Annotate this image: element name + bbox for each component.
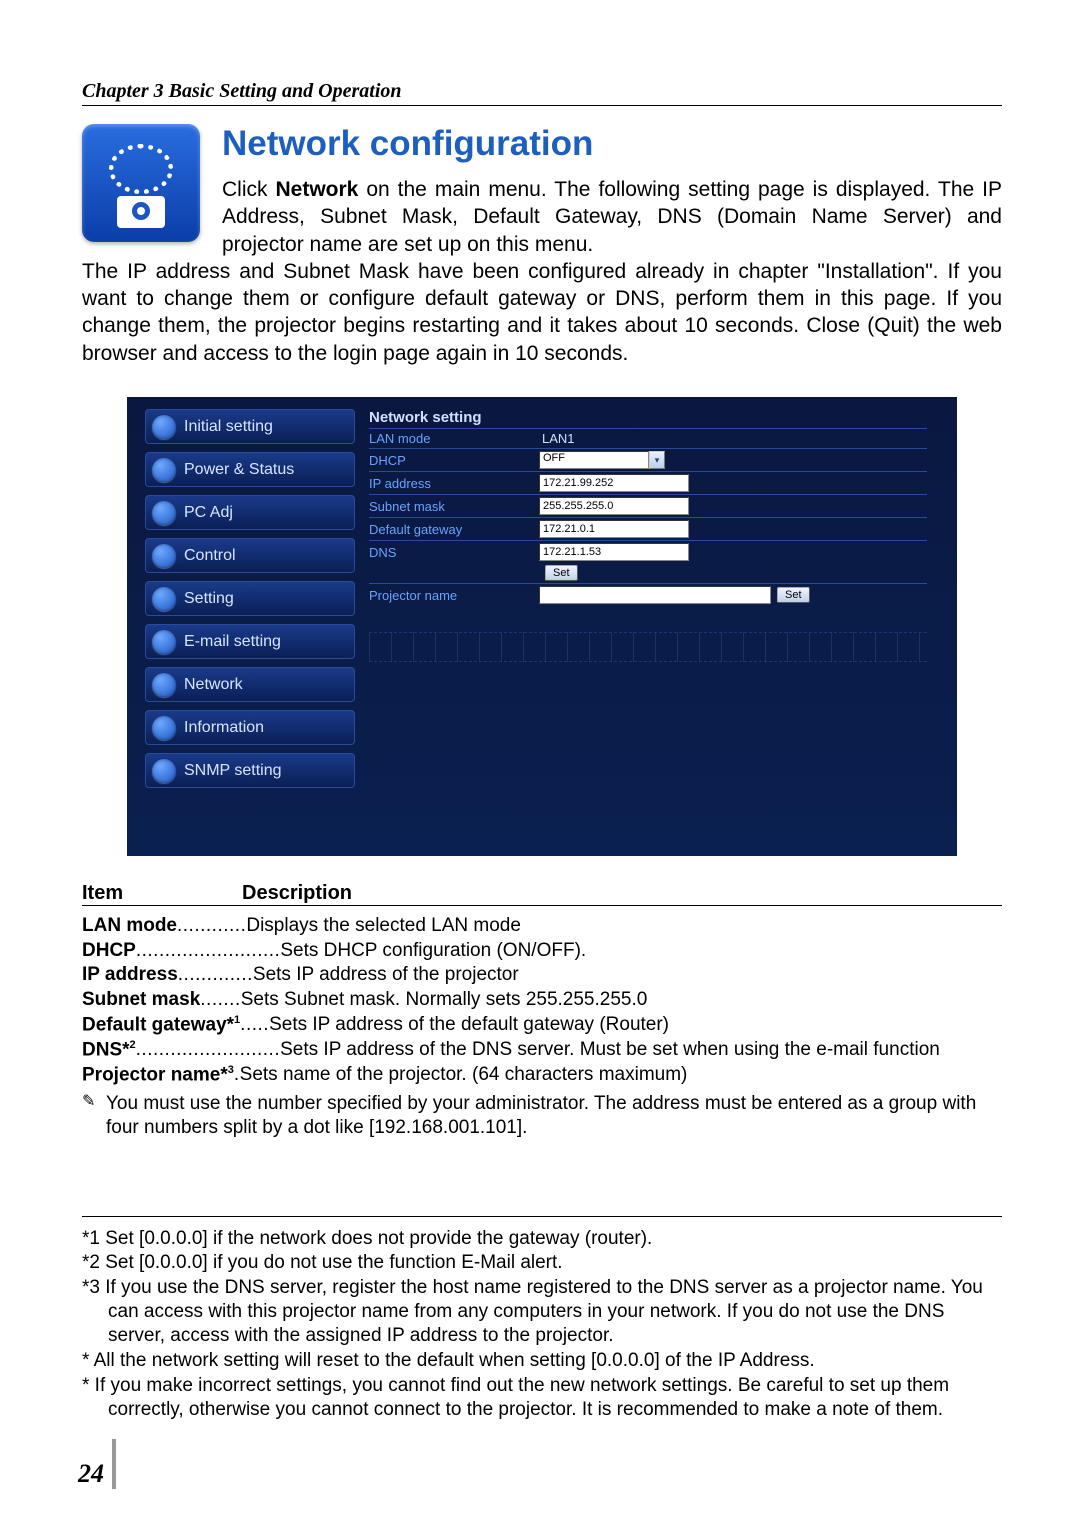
desc-text: Sets IP address of the default gateway (… — [269, 1013, 1002, 1038]
term: DNS*2 — [82, 1038, 136, 1063]
desc-text: Sets name of the projector. (64 characte… — [240, 1063, 1002, 1088]
dots: ......................... — [136, 939, 280, 964]
sidebar-item-label: Setting — [184, 590, 234, 608]
dots: ......................... — [136, 1038, 280, 1063]
label-dhcp: DHCP — [369, 453, 539, 468]
sidebar-item-label: SNMP setting — [184, 762, 282, 780]
footnote: *3 If you use the DNS server, register t… — [82, 1276, 1002, 1348]
dots: ............ — [177, 914, 246, 939]
footnotes: *1 Set [0.0.0.0] if the network does not… — [82, 1216, 1002, 1423]
description-header: Item Description — [82, 882, 1002, 906]
chapter-header: Chapter 3 Basic Setting and Operation — [82, 80, 1002, 106]
sidebar-item-label: PC Adj — [184, 504, 233, 522]
footnote: *2 Set [0.0.0.0] if you do not use the f… — [82, 1251, 1002, 1275]
term: Default gateway*1 — [82, 1013, 240, 1038]
footnote: * All the network setting will reset to … — [82, 1349, 1002, 1373]
network-icon — [82, 124, 200, 242]
dots: ..... — [240, 1013, 269, 1038]
sidebar-item-setting[interactable]: Setting — [145, 581, 355, 616]
value-lan-mode: LAN1 — [539, 431, 575, 446]
term: LAN mode — [82, 914, 177, 939]
sidebar-item-initial-setting[interactable]: Initial setting — [145, 409, 355, 444]
chevron-down-icon: ▾ — [649, 451, 665, 469]
sidebar-item-label: E-mail setting — [184, 633, 281, 651]
footnote: *1 Set [0.0.0.0] if the network does not… — [82, 1227, 1002, 1251]
desc-text: Displays the selected LAN mode — [246, 914, 1002, 939]
footnote: * If you make incorrect settings, you ca… — [82, 1374, 1002, 1422]
intro-lead: Click Network on the main menu. The foll… — [222, 176, 1002, 258]
sidebar-item-label: Network — [184, 676, 243, 694]
network-setting-screenshot: Initial setting Power & Status PC Adj Co… — [127, 397, 957, 856]
decorative-ruler — [369, 632, 927, 662]
menu-icon — [152, 759, 176, 783]
form-title: Network setting — [369, 409, 927, 426]
description-table: LAN mode............Displays the selecte… — [82, 914, 1002, 1088]
label-gateway: Default gateway — [369, 522, 539, 537]
term: Subnet mask — [82, 988, 200, 1013]
menu-icon — [152, 630, 176, 654]
dhcp-select-value: OFF — [539, 451, 649, 469]
desc-text: Sets Subnet mask. Normally sets 255.255.… — [241, 988, 1002, 1013]
dots: ............. — [178, 963, 253, 988]
term: DHCP — [82, 939, 136, 964]
sidebar-item-label: Control — [184, 547, 236, 565]
sidebar-item-label: Initial setting — [184, 418, 273, 436]
menu-icon — [152, 587, 176, 611]
sidebar-item-network[interactable]: Network — [145, 667, 355, 702]
label-lan-mode: LAN mode — [369, 431, 539, 446]
label-projector-name: Projector name — [369, 588, 539, 603]
intro-body: The IP address and Subnet Mask have been… — [82, 258, 1002, 367]
menu-icon — [152, 673, 176, 697]
note: ✎ You must use the number specified by y… — [82, 1092, 1002, 1141]
page-title: Network configuration — [222, 124, 1002, 164]
projector-name-input[interactable] — [539, 586, 771, 604]
term: Projector name*3 — [82, 1063, 234, 1088]
set-button-top[interactable]: Set — [545, 565, 578, 581]
sidebar-item-power-status[interactable]: Power & Status — [145, 452, 355, 487]
menu-icon — [152, 415, 176, 439]
text: Click — [222, 178, 275, 201]
ip-address-input[interactable] — [539, 474, 689, 492]
note-text: You must use the number specified by you… — [106, 1092, 1002, 1141]
term: IP address — [82, 963, 178, 988]
subnet-mask-input[interactable] — [539, 497, 689, 515]
desc-text: Sets IP address of the DNS server. Must … — [280, 1038, 1002, 1063]
dns-input[interactable] — [539, 543, 689, 561]
default-gateway-input[interactable] — [539, 520, 689, 538]
menu-icon — [152, 716, 176, 740]
side-menu: Initial setting Power & Status PC Adj Co… — [145, 409, 355, 796]
col-item: Item — [82, 882, 242, 905]
sidebar-item-label: Information — [184, 719, 264, 737]
pencil-icon: ✎ — [82, 1092, 106, 1141]
sidebar-item-control[interactable]: Control — [145, 538, 355, 573]
desc-text: Sets DHCP configuration (ON/OFF). — [280, 939, 1002, 964]
sidebar-item-label: Power & Status — [184, 461, 294, 479]
label-dns: DNS — [369, 545, 539, 560]
dhcp-select[interactable]: OFF ▾ — [539, 451, 665, 469]
label-ip: IP address — [369, 476, 539, 491]
menu-icon — [152, 501, 176, 525]
sidebar-item-pc-adj[interactable]: PC Adj — [145, 495, 355, 530]
col-description: Description — [242, 882, 352, 905]
label-subnet: Subnet mask — [369, 499, 539, 514]
menu-icon — [152, 458, 176, 482]
dots: ....... — [200, 988, 240, 1013]
sidebar-item-email-setting[interactable]: E-mail setting — [145, 624, 355, 659]
set-button-bottom[interactable]: Set — [777, 587, 810, 603]
page-bar — [112, 1439, 116, 1489]
desc-text: Sets IP address of the projector — [253, 963, 1002, 988]
sidebar-item-information[interactable]: Information — [145, 710, 355, 745]
sidebar-item-snmp-setting[interactable]: SNMP setting — [145, 753, 355, 788]
menu-icon — [152, 544, 176, 568]
text-bold: Network — [275, 178, 358, 201]
page-number: 24 — [78, 1459, 104, 1489]
